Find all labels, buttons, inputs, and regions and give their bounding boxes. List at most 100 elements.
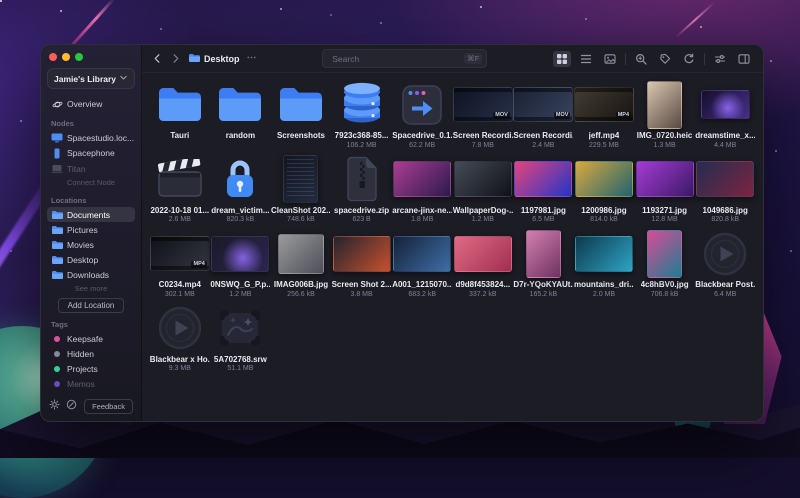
file-item-screen-recordi[interactable]: MOV Screen Recordi... 2.4 MB [513, 80, 574, 150]
file-name: spacedrive.zip [334, 205, 390, 215]
sidebar-item-spacestudio-loc[interactable]: Spacestudio.loc... [47, 130, 135, 145]
file-item-1200986-jpg[interactable]: 1200986.jpg 814.0 kB [574, 155, 634, 225]
add-location-button[interactable]: Add Location [57, 298, 125, 313]
file-size: 229.5 MB [589, 141, 619, 149]
file-item-dreamstime-x[interactable]: dreamstime_x... 4.4 MB [695, 80, 755, 150]
file-item-1049686-jpg[interactable]: 1049686.jpg 820.8 kB [695, 155, 755, 225]
audio-thumbnail [702, 230, 748, 277]
connect-node-button[interactable]: Connect Node [47, 178, 135, 187]
feedback-button[interactable]: Feedback [84, 398, 133, 414]
file-size: 9.3 MB [168, 365, 191, 372]
refresh-icon[interactable] [680, 51, 698, 67]
forward-button[interactable] [170, 53, 181, 64]
file-item-imag006b-jpg[interactable]: IMAG006B.jpg 256.6 kB [271, 229, 331, 299]
file-item-7923c368-85[interactable]: 7923c368-85... 106.2 MB [332, 80, 392, 150]
file-item-random[interactable]: random [211, 80, 271, 150]
file-item-2022-10-18-01[interactable]: 2022-10-18 01... 2.6 MB [150, 155, 210, 225]
photo-thumbnail [647, 229, 683, 278]
file-item-5a702768-srw[interactable]: 5A702768.srw 51.1 MB [211, 304, 271, 374]
file-item-screenshots[interactable]: Screenshots [271, 80, 331, 150]
file-item-arcane-jinx-ne[interactable]: arcane-jinx-ne... 1.8 MB [392, 155, 452, 225]
path-options-ellipsis-icon[interactable] [246, 52, 257, 65]
file-item-0nswq-g-p-p[interactable]: 0NSWQ_G_P.p... 1.2 MB [210, 229, 270, 299]
file-item-d7r-yqokyaut[interactable]: D7r-YQoKYAUt... 165.2 kB [513, 229, 573, 299]
file-item-blackbear-post[interactable]: Blackbear Post... 6.4 MB [695, 229, 755, 299]
settings-gear-icon[interactable] [49, 397, 60, 415]
file-item-spacedrive-zip[interactable]: spacedrive.zip 623 B [332, 155, 392, 225]
file-item-wallpaperdog[interactable]: WallpaperDog-... 1.2 MB [453, 155, 513, 225]
grid-view-icon[interactable] [552, 50, 571, 67]
file-item-screen-recordi[interactable]: MOV Screen Recordi... 7.8 MB [452, 80, 513, 150]
sidebar-item-memos[interactable]: Memos [47, 376, 135, 391]
photo-thumbnail [700, 81, 750, 128]
photo-thumbnail [453, 156, 512, 203]
file-item-dream-victim[interactable]: dream_victim... 820.3 kB [211, 155, 271, 225]
see-more-button[interactable]: See more [47, 284, 135, 293]
zoom-icon[interactable] [632, 51, 650, 67]
laptop-icon [51, 164, 63, 174]
file-item-1197981-jpg[interactable]: 1197981.jpg 6.5 MB [514, 155, 574, 225]
file-name: Screen Recordi... [452, 131, 513, 140]
current-folder-label: Desktop [204, 53, 240, 64]
sidebar-item-movies[interactable]: Movies [47, 237, 135, 252]
file-name: mountains_dri... [574, 280, 634, 289]
folder-thumbnail [217, 81, 263, 128]
file-item-mountains-dri[interactable]: mountains_dri... 2.0 MB [574, 229, 634, 299]
sidebar-item-documents[interactable]: Documents [47, 207, 135, 222]
photo-thumbnail [635, 156, 694, 203]
window-zoom-button[interactable] [75, 53, 83, 61]
search-box[interactable]: ⌘F [322, 49, 488, 68]
photo-thumbnail [453, 230, 512, 277]
sidebar-item-keepsafe[interactable]: Keepsafe [47, 331, 135, 346]
toolbar-separator [624, 52, 626, 65]
sidebar-item-pictures[interactable]: Pictures [47, 222, 135, 237]
sidebar-item-projects[interactable]: Projects [47, 361, 135, 376]
library-selector[interactable]: Jamie's Library [47, 68, 135, 89]
media-view-icon[interactable] [601, 51, 619, 67]
tag-color-dot [51, 350, 63, 357]
support-icon[interactable] [66, 397, 77, 415]
planet-icon [51, 99, 63, 110]
file-name: 4c8hBV0.jpg [640, 280, 689, 289]
file-item-spacedrive-0-1[interactable]: Spacedrive_0.1... 62.2 MB [392, 80, 452, 150]
file-size: 6.4 MB [714, 290, 737, 298]
file-item-1193271-jpg[interactable]: 1193271.jpg 12.8 MB [635, 155, 695, 225]
file-item-a001-1215070[interactable]: A001_1215070... 683.2 kB [392, 229, 452, 299]
file-item-blackbear-x-ho[interactable]: Blackbear x Ho... 9.3 MB [150, 304, 210, 374]
file-name: WallpaperDog-... [452, 205, 513, 215]
file-name: IMAG006B.jpg [273, 280, 329, 289]
format-badge: MP4 [615, 111, 631, 119]
file-item-cleanshot-202[interactable]: CleanShot 202... 748.6 kB [271, 155, 331, 225]
file-item-d9d8f453824[interactable]: d9d8f453824... 337.2 kB [453, 229, 513, 299]
nodes-heading: Nodes [51, 119, 74, 128]
sidebar-item-desktop[interactable]: Desktop [47, 252, 135, 267]
sidebar: Jamie's Library Overview Nodes Spacestud… [41, 45, 142, 421]
sidebar-item-downloads[interactable]: Downloads [47, 267, 135, 282]
sidebar-item-spacephone[interactable]: Spacephone [47, 145, 135, 161]
sidebar-item-overview[interactable]: Overview [47, 96, 135, 112]
file-item-c0234-mp4[interactable]: MP4 C0234.mp4 302.1 MB [149, 229, 210, 299]
file-item-tauri[interactable]: Tauri [150, 80, 210, 150]
sidebar-item-titan[interactable]: Titan [47, 161, 135, 176]
back-button[interactable] [152, 53, 163, 64]
file-size: 706.8 kB [650, 290, 679, 298]
list-view-icon[interactable] [577, 51, 595, 67]
file-name: 1193271.jpg [642, 205, 688, 215]
file-item-screen-shot-2[interactable]: Screen Shot 2... 3.8 MB [332, 229, 392, 299]
tag-icon[interactable] [656, 51, 674, 67]
file-item-4c8hbv0-jpg[interactable]: 4c8hBV0.jpg 706.8 kB [635, 229, 695, 299]
file-size: 302.1 MB [164, 290, 195, 298]
filters-icon[interactable] [711, 51, 729, 67]
file-size: 814.0 kB [590, 216, 618, 223]
window-minimize-button[interactable] [62, 53, 70, 61]
photo-thumbnail [393, 230, 452, 277]
inspector-icon[interactable] [735, 51, 753, 67]
window-close-button[interactable] [49, 53, 57, 61]
file-item-jeff-mp4[interactable]: MP4 jeff.mp4 229.5 MB [574, 80, 634, 150]
sidebar-item-hidden[interactable]: Hidden [47, 346, 135, 361]
breadcrumb[interactable]: Desktop [188, 52, 257, 65]
file-size: 1.2 MB [471, 216, 494, 223]
file-name: 1200986.jpg [581, 205, 627, 215]
file-item-img-0720-heic[interactable]: IMG_0720.heic 1.3 MB [635, 80, 695, 150]
search-input[interactable] [330, 52, 465, 65]
